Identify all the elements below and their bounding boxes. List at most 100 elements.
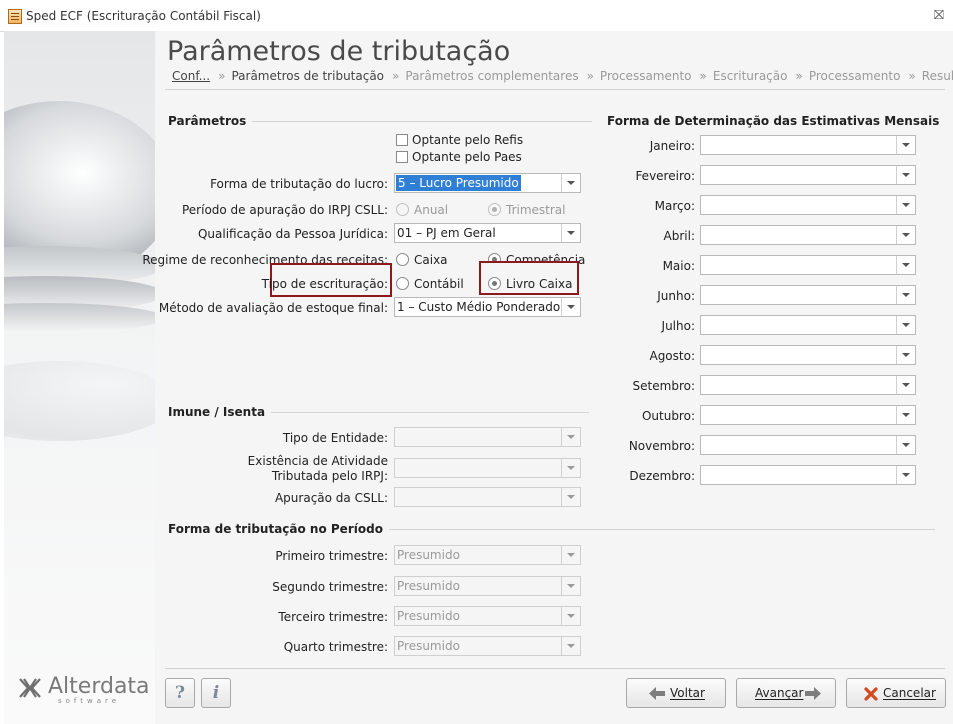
tipo-livro-caixa-radio[interactable] — [488, 277, 501, 290]
breadcrumb-item-processamento-2: Processamento — [808, 69, 901, 83]
breadcrumb-item-conf[interactable]: Conf... — [172, 69, 210, 83]
tipo-entidade-select[interactable] — [394, 427, 581, 447]
regime-caixa-radio[interactable] — [396, 253, 409, 266]
month-select-abril[interactable] — [700, 225, 916, 245]
month-select-janeiro[interactable] — [700, 135, 916, 155]
month-label-maio: Maio: — [662, 259, 695, 273]
month-label-fevereiro: Fevereiro: — [635, 169, 695, 183]
month-select-novembro[interactable] — [700, 435, 916, 455]
periodo-anual-label: Anual — [414, 203, 449, 217]
chevron-down-icon[interactable] — [896, 466, 915, 484]
chevron-down-icon[interactable] — [896, 136, 915, 154]
quarto-trimestre-value: Presumido — [397, 639, 460, 653]
existencia-label-1: Existência de Atividade — [247, 454, 388, 468]
forma-tributacao-label: Forma de tributação do lucro: — [210, 177, 388, 191]
month-label-novembro: Novembro: — [628, 439, 695, 453]
chevron-down-icon[interactable] — [896, 316, 915, 334]
existencia-label-2: Tributada pelo IRPJ: — [271, 469, 388, 483]
chevron-down-icon[interactable] — [896, 376, 915, 394]
back-button[interactable]: Voltar — [626, 678, 726, 708]
qualificacao-value: 01 – PJ em Geral — [397, 226, 496, 240]
periodo-trimestral-radio[interactable] — [488, 203, 501, 216]
next-label: Avançar — [755, 686, 804, 700]
month-select-fevereiro[interactable] — [700, 165, 916, 185]
window-titlebar: Sped ECF (Escrituração Contábil Fiscal) … — [0, 0, 953, 32]
next-button[interactable]: Avançar — [736, 678, 836, 708]
periodo-apuracao-label: Período de apuração do IRPJ CSLL: — [181, 203, 388, 217]
refis-checkbox[interactable] — [396, 134, 408, 146]
quarto-trimestre-label: Quarto trimestre: — [283, 640, 388, 654]
forma-tributacao-value: 5 – Lucro Presumido — [396, 175, 521, 191]
month-label-outubro: Outubro: — [641, 409, 695, 423]
header-divider — [165, 89, 945, 90]
chevron-down-icon[interactable] — [896, 436, 915, 454]
chevron-down-icon[interactable] — [896, 406, 915, 424]
info-button[interactable]: i — [201, 678, 231, 708]
tipo-contabil-label: Contábil — [414, 277, 464, 291]
chevron-down-icon[interactable] — [561, 174, 580, 192]
tipo-entidade-label: Tipo de Entidade: — [282, 431, 388, 445]
paes-checkbox[interactable] — [396, 151, 408, 163]
month-select-maio[interactable] — [700, 255, 916, 275]
help-button[interactable]: ? — [165, 678, 195, 708]
section-title-parametros: Parâmetros — [168, 114, 253, 128]
month-select-dezembro[interactable] — [700, 465, 916, 485]
help-icon: ? — [175, 683, 185, 703]
close-icon[interactable]: ⛝ — [934, 8, 944, 23]
breadcrumb-item-escrituracao: Escrituração — [712, 69, 788, 83]
chevron-down-icon[interactable] — [561, 607, 580, 625]
chevron-down-icon[interactable] — [896, 166, 915, 184]
month-select-setembro[interactable] — [700, 375, 916, 395]
existencia-select[interactable] — [394, 458, 581, 478]
chevron-down-icon[interactable] — [896, 286, 915, 304]
chevron-down-icon[interactable] — [561, 577, 580, 595]
quarto-trimestre-select[interactable]: Presumido — [394, 636, 581, 656]
metodo-estoque-select[interactable]: 1 – Custo Médio Ponderado — [394, 297, 581, 317]
segundo-trimestre-select[interactable]: Presumido — [394, 576, 581, 596]
month-select-junho[interactable] — [700, 285, 916, 305]
month-select-marco[interactable] — [700, 195, 916, 215]
month-select-outubro[interactable] — [700, 405, 916, 425]
breadcrumb-item-processamento: Processamento — [599, 69, 692, 83]
metodo-estoque-value: 1 – Custo Médio Ponderado — [397, 300, 561, 314]
chevron-down-icon[interactable] — [561, 298, 580, 316]
month-label-setembro: Setembro: — [632, 379, 695, 393]
primeiro-trimestre-label: Primeiro trimestre: — [275, 549, 388, 563]
breadcrumb-item-parametros: Parâmetros de tributação — [231, 69, 385, 83]
arrow-right-icon — [805, 687, 821, 700]
periodo-anual-radio[interactable] — [396, 203, 409, 216]
month-label-junho: Junho: — [657, 289, 695, 303]
month-label-agosto: Agosto: — [649, 349, 695, 363]
apuracao-csll-select[interactable] — [394, 487, 581, 507]
tipo-contabil-radio[interactable] — [396, 277, 409, 290]
breadcrumb-separator: » — [908, 69, 916, 83]
info-icon: i — [212, 683, 220, 703]
cancel-x-icon — [864, 687, 878, 701]
metodo-estoque-label: Método de avaliação de estoque final: — [158, 301, 388, 315]
month-select-julho[interactable] — [700, 315, 916, 335]
primeiro-trimestre-select[interactable]: Presumido — [394, 545, 581, 565]
cancel-button[interactable]: Cancelar — [846, 678, 946, 708]
month-label-julho: Julho: — [661, 319, 695, 333]
month-select-agosto[interactable] — [700, 345, 916, 365]
chevron-down-icon[interactable] — [896, 256, 915, 274]
chevron-down-icon[interactable] — [561, 637, 580, 655]
chevron-down-icon[interactable] — [896, 346, 915, 364]
chevron-down-icon[interactable] — [896, 226, 915, 244]
paes-label: Optante pelo Paes — [412, 150, 522, 164]
forma-tributacao-select[interactable]: 5 – Lucro Presumido — [394, 173, 581, 193]
qualificacao-select[interactable]: 01 – PJ em Geral — [394, 223, 581, 243]
chevron-down-icon[interactable] — [561, 546, 580, 564]
brand-sub: software — [58, 697, 121, 705]
breadcrumb-separator: » — [392, 69, 400, 83]
month-label-dezembro: Dezembro: — [629, 469, 695, 483]
breadcrumb-separator: » — [795, 69, 803, 83]
chevron-down-icon[interactable] — [896, 196, 915, 214]
month-label-marco: Março: — [654, 199, 695, 213]
chevron-down-icon[interactable] — [561, 488, 580, 506]
chevron-down-icon[interactable] — [561, 459, 580, 477]
segundo-trimestre-label: Segundo trimestre: — [272, 580, 388, 594]
chevron-down-icon[interactable] — [561, 224, 580, 242]
chevron-down-icon[interactable] — [561, 428, 580, 446]
terceiro-trimestre-select[interactable]: Presumido — [394, 606, 581, 626]
